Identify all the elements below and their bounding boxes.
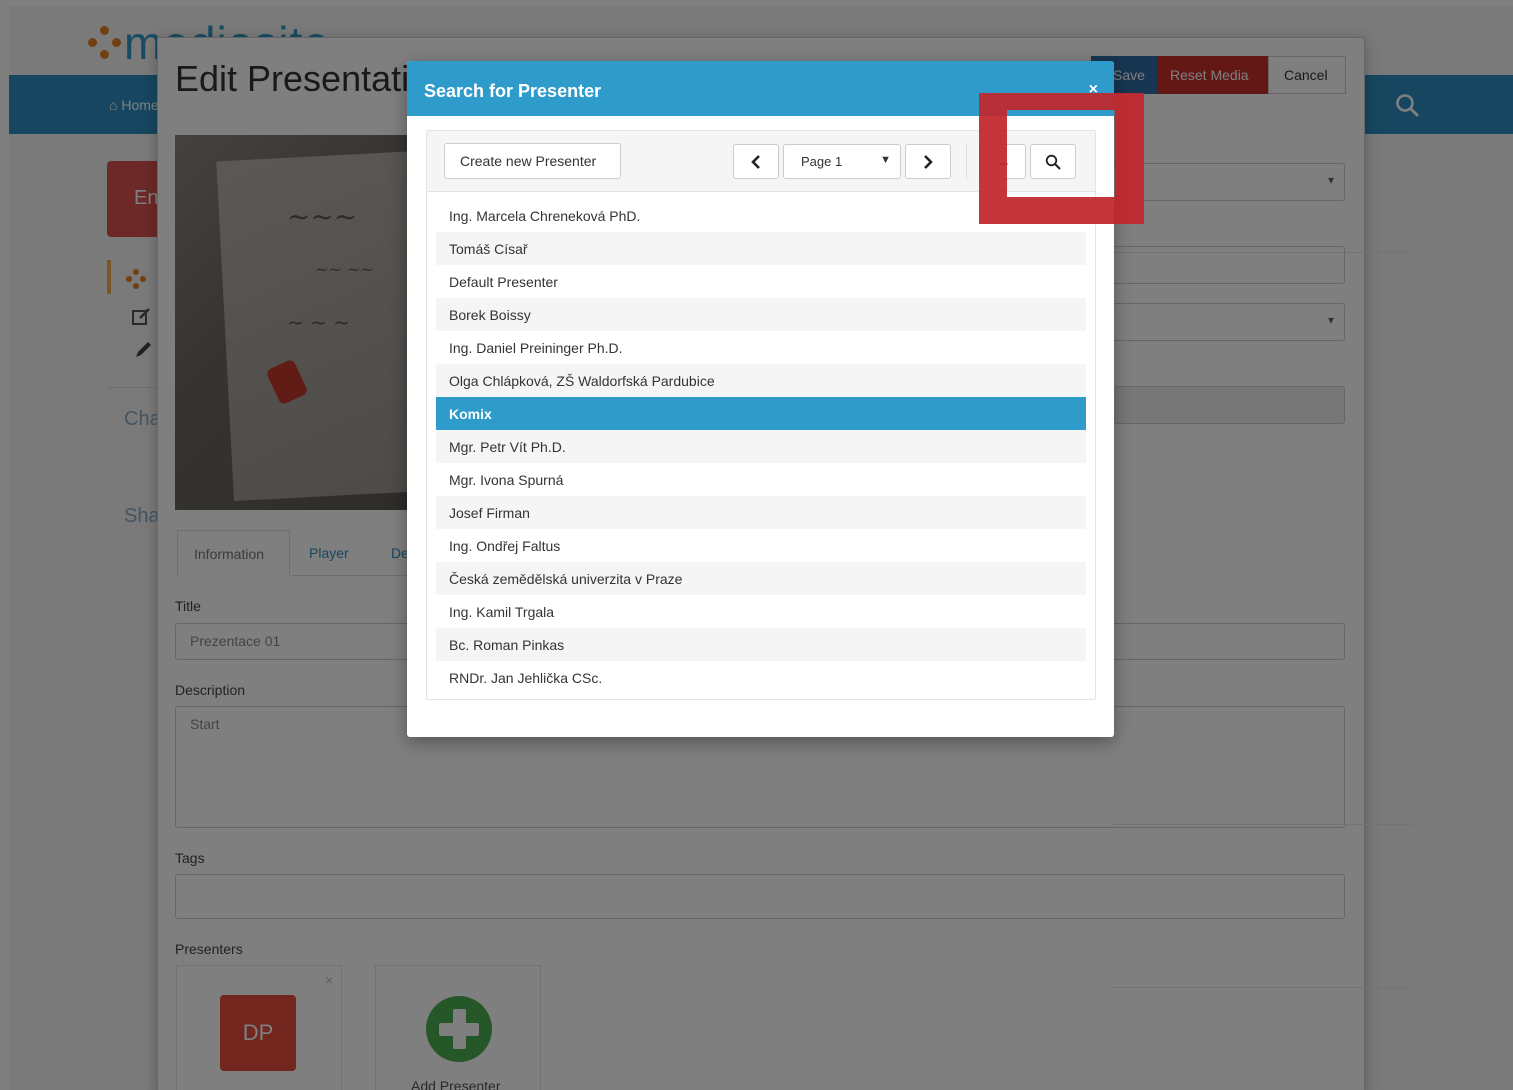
list-item[interactable]: Mgr. Petr Vít Ph.D. xyxy=(436,430,1086,463)
chevron-left-icon xyxy=(751,154,760,169)
modal-title: Search for Presenter xyxy=(424,81,602,101)
list-item[interactable]: Default Presenter xyxy=(436,265,1086,298)
toolbar-separator xyxy=(966,144,967,179)
list-item[interactable]: Ing. Daniel Preininger Ph.D. xyxy=(436,331,1086,364)
modal-toolbar: Create new Presenter Page 1 ▼ ... xyxy=(427,131,1095,192)
search-button[interactable] xyxy=(1030,144,1076,179)
presenter-list: Ing. Marcela Chreneková PhD. Tomáš Císař… xyxy=(436,199,1086,694)
page-select-value: Page 1 xyxy=(801,154,843,169)
chevron-right-icon xyxy=(924,154,933,169)
list-item[interactable]: Ing. Kamil Trgala xyxy=(436,595,1086,628)
create-new-presenter-button[interactable]: Create new Presenter xyxy=(444,143,621,179)
list-item[interactable]: RNDr. Jan Jehlička CSc. xyxy=(436,661,1086,694)
list-item[interactable]: Olga Chlápková, ZŠ Waldorfská Pardubice xyxy=(436,364,1086,397)
list-item[interactable]: Borek Boissy xyxy=(436,298,1086,331)
modal-header: Search for Presenter × xyxy=(407,61,1114,116)
caret-down-icon: ▼ xyxy=(880,154,891,166)
list-item[interactable]: Česká zemědělská univerzita v Praze xyxy=(436,562,1086,595)
list-item[interactable]: Ing. Ondřej Faltus xyxy=(436,529,1086,562)
list-item[interactable]: Ing. Marcela Chreneková PhD. xyxy=(436,199,1086,232)
list-item[interactable]: Bc. Roman Pinkas xyxy=(436,628,1086,661)
more-options-button[interactable]: ... xyxy=(980,144,1026,179)
list-item[interactable]: Josef Firman xyxy=(436,496,1086,529)
search-icon xyxy=(1045,154,1061,169)
next-page-button[interactable] xyxy=(905,144,951,179)
presenter-list-box: Create new Presenter Page 1 ▼ ... Ing. M… xyxy=(426,130,1096,700)
list-item[interactable]: Komix xyxy=(436,397,1086,430)
list-item[interactable]: Tomáš Císař xyxy=(436,232,1086,265)
close-icon[interactable]: × xyxy=(1089,81,1098,99)
prev-page-button[interactable] xyxy=(733,144,779,179)
list-item[interactable]: Mgr. Ivona Spurná xyxy=(436,463,1086,496)
page-select[interactable]: Page 1 ▼ xyxy=(783,144,901,179)
search-presenter-modal: Search for Presenter × Create new Presen… xyxy=(407,61,1114,737)
